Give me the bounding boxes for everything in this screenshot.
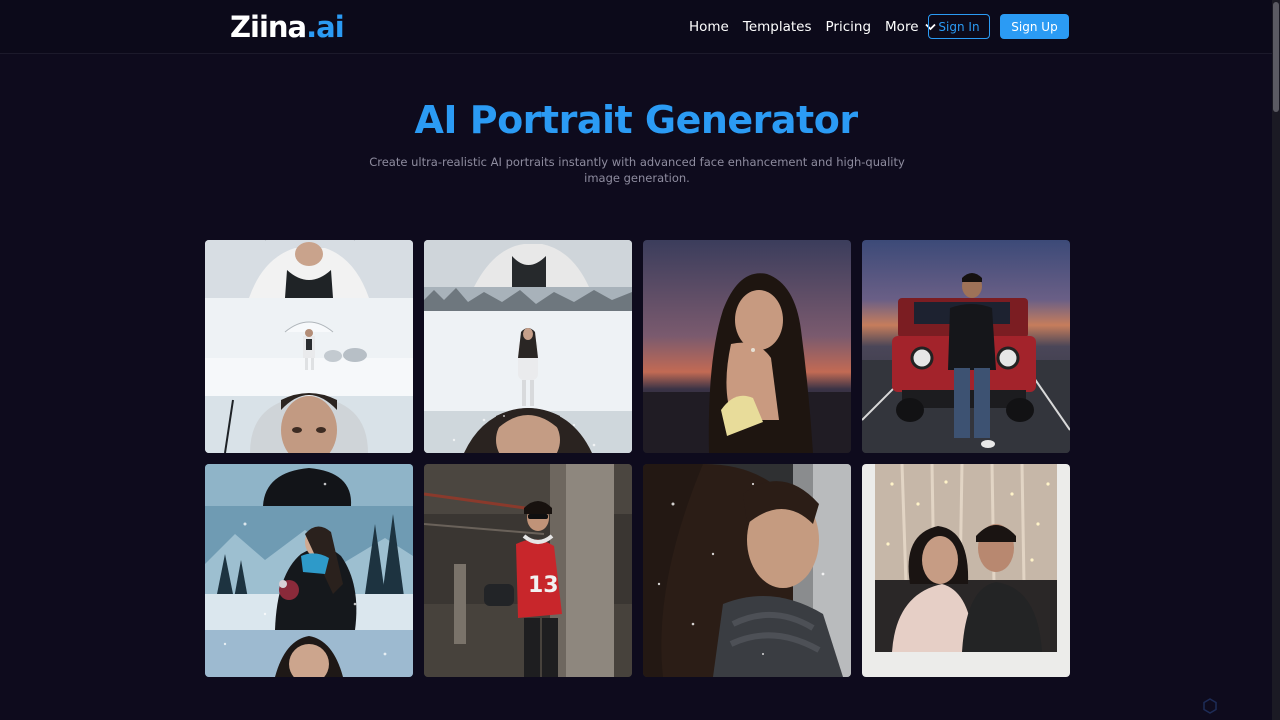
page-title: AI Portrait Generator xyxy=(414,98,858,142)
sign-up-button[interactable]: Sign Up xyxy=(1000,14,1069,39)
gallery-item-sunset-beach[interactable] xyxy=(643,240,851,453)
portrait-image xyxy=(862,464,1070,677)
jersey-number: 13 xyxy=(528,573,559,598)
gallery-item-couple-polaroid[interactable] xyxy=(862,464,1070,677)
nav-home-link[interactable]: Home xyxy=(689,19,729,35)
portrait-image xyxy=(205,240,413,453)
portrait-image xyxy=(643,240,851,453)
gallery-item-snowy-forest[interactable] xyxy=(205,464,413,677)
nav-templates-link[interactable]: Templates xyxy=(743,19,812,35)
hexagon-icon xyxy=(1203,698,1217,714)
gallery-item-snow-umbrella-man[interactable] xyxy=(205,240,413,453)
nav-more-label: More xyxy=(885,18,919,35)
portrait-image xyxy=(862,240,1070,453)
page-scrollbar[interactable] xyxy=(1272,0,1280,720)
gallery-item-parking-garage[interactable]: 13 xyxy=(424,464,632,677)
portrait-image xyxy=(205,464,413,677)
gallery-item-snow-woman[interactable] xyxy=(424,240,632,453)
gallery-item-red-jeep[interactable] xyxy=(862,240,1070,453)
portrait-image: 13 xyxy=(424,464,632,677)
gallery-item-scarf-closeup[interactable] xyxy=(643,464,851,677)
portrait-image xyxy=(643,464,851,677)
portrait-image xyxy=(424,240,632,453)
scrollbar-thumb[interactable] xyxy=(1273,2,1279,112)
top-navbar: Ziina.ai Home Templates Pricing More Sig… xyxy=(0,0,1272,54)
nav-pricing-link[interactable]: Pricing xyxy=(826,19,872,35)
main-nav: Home Templates Pricing More xyxy=(689,0,950,53)
portrait-gallery: 13 xyxy=(205,240,1070,677)
page-subtitle: Create ultra-realistic AI portraits inst… xyxy=(369,155,905,185)
sign-in-button[interactable]: Sign In xyxy=(928,14,990,39)
logo[interactable]: Ziina.ai xyxy=(230,9,345,45)
